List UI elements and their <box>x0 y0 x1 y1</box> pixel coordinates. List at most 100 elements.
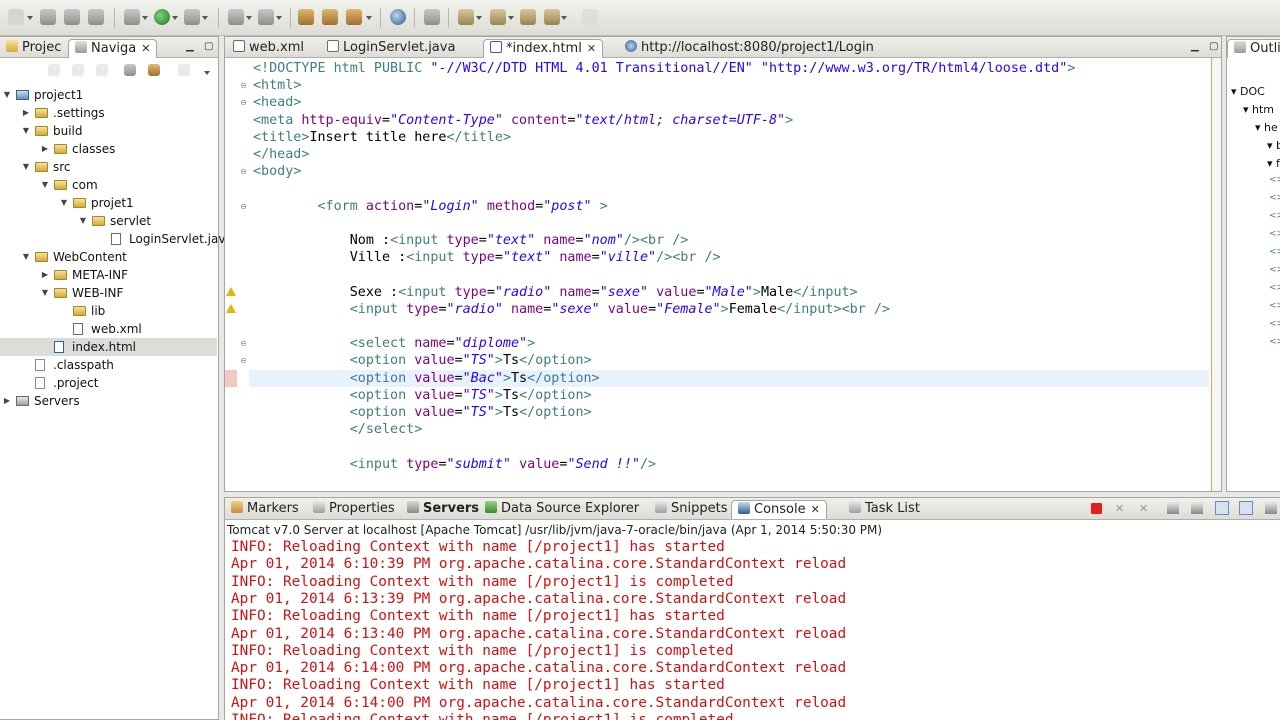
tab-snippets[interactable]: Snippets <box>649 500 733 519</box>
search-icon[interactable] <box>346 9 362 25</box>
close-icon[interactable]: ✕ <box>587 42 596 55</box>
element-node-icon[interactable]: <> <box>1269 301 1280 311</box>
maximize-icon[interactable]: ▢ <box>1209 41 1218 52</box>
element-node-icon[interactable]: <> <box>1269 229 1280 239</box>
fold-toggle-icon[interactable]: ⊖ <box>239 339 248 348</box>
tab-console[interactable]: Console ✕ <box>731 500 827 519</box>
scroll-lock-icon[interactable] <box>1191 502 1203 514</box>
refactor-icon[interactable] <box>424 9 440 25</box>
terminate-icon[interactable] <box>1091 503 1102 514</box>
next-annotation-icon[interactable] <box>458 9 474 25</box>
minimize-icon[interactable]: ▁ <box>186 41 194 52</box>
save-all-icon[interactable] <box>64 9 80 25</box>
tab-loginservlet-java[interactable]: LoginServlet.java <box>321 39 461 58</box>
close-icon[interactable]: ✕ <box>811 503 820 516</box>
new-project-icon[interactable] <box>228 9 244 25</box>
code-line[interactable]: </head> <box>253 146 309 163</box>
link-editor-icon[interactable] <box>148 64 160 76</box>
external-tools-icon[interactable] <box>184 9 200 25</box>
code-line[interactable]: <option value="TS">Ts</option> <box>253 352 592 369</box>
forward-icon[interactable] <box>544 9 560 25</box>
collapse-arrow-icon[interactable]: ▼ <box>21 158 31 176</box>
web-browser-icon[interactable] <box>390 9 406 25</box>
tab-index-html[interactable]: *index.html ✕ <box>483 39 604 58</box>
fold-toggle-icon[interactable]: ⊖ <box>239 202 248 211</box>
code-line[interactable]: <head> <box>253 94 301 111</box>
clear-console-icon[interactable] <box>1167 502 1179 514</box>
open-resource-icon[interactable] <box>322 9 338 25</box>
outline-item[interactable]: ▾ bo <box>1267 139 1280 152</box>
element-node-icon[interactable]: <> <box>1269 319 1280 329</box>
code-line[interactable]: Ville :<input type="text" name="ville"/>… <box>253 249 721 266</box>
open-console-icon[interactable] <box>1265 502 1277 514</box>
up-icon[interactable] <box>96 64 108 76</box>
maximize-icon[interactable]: ▢ <box>204 41 213 52</box>
tab-outline[interactable]: Outli <box>1227 39 1280 58</box>
remove-all-icon[interactable]: ✕ <box>1139 502 1148 515</box>
element-node-icon[interactable]: <> <box>1269 193 1280 203</box>
fold-toggle-icon[interactable]: ⊖ <box>239 98 248 107</box>
code-line[interactable]: </select> <box>253 421 423 438</box>
remove-launch-icon[interactable]: ✕ <box>1115 502 1124 515</box>
outline-item[interactable]: ▾ f <box>1267 157 1280 170</box>
back-icon[interactable] <box>520 9 536 25</box>
element-node-icon[interactable]: <> <box>1269 283 1280 293</box>
element-node-icon[interactable]: <> <box>1269 247 1280 257</box>
overview-ruler[interactable] <box>1211 58 1221 491</box>
tab-data-source-explorer[interactable]: Data Source Explorer <box>479 500 645 519</box>
tab-servers[interactable]: Servers <box>401 500 485 519</box>
warning-icon[interactable] <box>226 286 236 297</box>
save-icon[interactable] <box>40 9 56 25</box>
minimize-icon[interactable]: ▁ <box>1191 41 1199 52</box>
print-icon[interactable] <box>88 9 104 25</box>
code-line[interactable]: <input type="submit" value="Send !!"/> <box>253 456 656 473</box>
collapse-arrow-icon[interactable]: ▼ <box>40 284 50 302</box>
collapse-arrow-icon[interactable]: ▼ <box>40 176 50 194</box>
collapse-arrow-icon[interactable]: ▼ <box>21 248 31 266</box>
open-type-icon[interactable] <box>298 9 314 25</box>
code-line[interactable]: <html> <box>253 77 301 94</box>
collapse-arrow-icon[interactable]: ▼ <box>78 212 88 230</box>
code-line[interactable]: <input type="radio" name="sexe" value="F… <box>253 301 890 318</box>
debug-icon[interactable] <box>124 9 140 25</box>
tree-item[interactable]: index.html <box>0 338 217 356</box>
code-line[interactable]: <option value="TS">Ts</option> <box>253 387 592 404</box>
console-output[interactable]: INFO: Reloading Context with name [/proj… <box>225 539 1280 720</box>
code-line[interactable]: <form action="Login" method="post" > <box>253 198 608 215</box>
tab-navigator[interactable]: Naviga ✕ <box>68 39 158 58</box>
code-line[interactable]: Sexe :<input type="radio" name="sexe" va… <box>253 284 858 301</box>
tab-properties[interactable]: Properties <box>307 500 401 519</box>
code-line[interactable]: <title>Insert title here</title> <box>253 129 511 146</box>
display-console-icon[interactable] <box>1239 501 1253 515</box>
expand-arrow-icon[interactable]: ▶ <box>40 140 50 158</box>
tab-web-xml[interactable]: web.xml <box>227 39 310 58</box>
collapse-arrow-icon[interactable]: ▼ <box>21 122 31 140</box>
forward-nav-icon[interactable] <box>72 64 84 76</box>
code-line[interactable]: <option value="TS">Ts</option> <box>253 404 592 421</box>
prev-annotation-icon[interactable] <box>490 9 506 25</box>
code-line[interactable]: Nom :<input type="text" name="nom"/><br … <box>253 232 689 249</box>
run-icon[interactable] <box>154 9 170 25</box>
new-icon[interactable] <box>8 9 24 25</box>
code-line[interactable]: <body> <box>253 163 301 180</box>
tab-markers[interactable]: Markers <box>225 500 305 519</box>
back-nav-icon[interactable] <box>48 64 60 76</box>
tab-browser-login[interactable]: http://localhost:8080/project1/Login <box>619 39 880 58</box>
expand-arrow-icon[interactable]: ▶ <box>2 392 12 410</box>
view-menu-icon[interactable] <box>204 71 210 75</box>
collapse-arrow-icon[interactable]: ▼ <box>59 194 69 212</box>
outline-item[interactable]: ▾ htm <box>1243 103 1274 116</box>
code-line[interactable]: <meta http-equiv="Content-Type" content=… <box>253 112 793 129</box>
element-node-icon[interactable]: <> <box>1269 265 1280 275</box>
element-node-icon[interactable]: <> <box>1269 211 1280 221</box>
expand-arrow-icon[interactable]: ▶ <box>21 104 31 122</box>
collapse-all-icon[interactable] <box>124 64 136 76</box>
fold-toggle-icon[interactable]: ⊖ <box>239 81 248 90</box>
close-icon[interactable]: ✕ <box>141 42 150 55</box>
pin-console-icon[interactable] <box>1215 501 1229 515</box>
code-line[interactable]: <!DOCTYPE html PUBLIC "-//W3C//DTD HTML … <box>253 60 1075 77</box>
fold-toggle-icon[interactable]: ⊖ <box>239 356 248 365</box>
code-line[interactable]: <select name="diplome"> <box>253 335 535 352</box>
outline-item[interactable]: ▾ DOC <box>1231 85 1265 98</box>
code-editor[interactable]: <!DOCTYPE html PUBLIC "-//W3C//DTD HTML … <box>225 58 1221 491</box>
